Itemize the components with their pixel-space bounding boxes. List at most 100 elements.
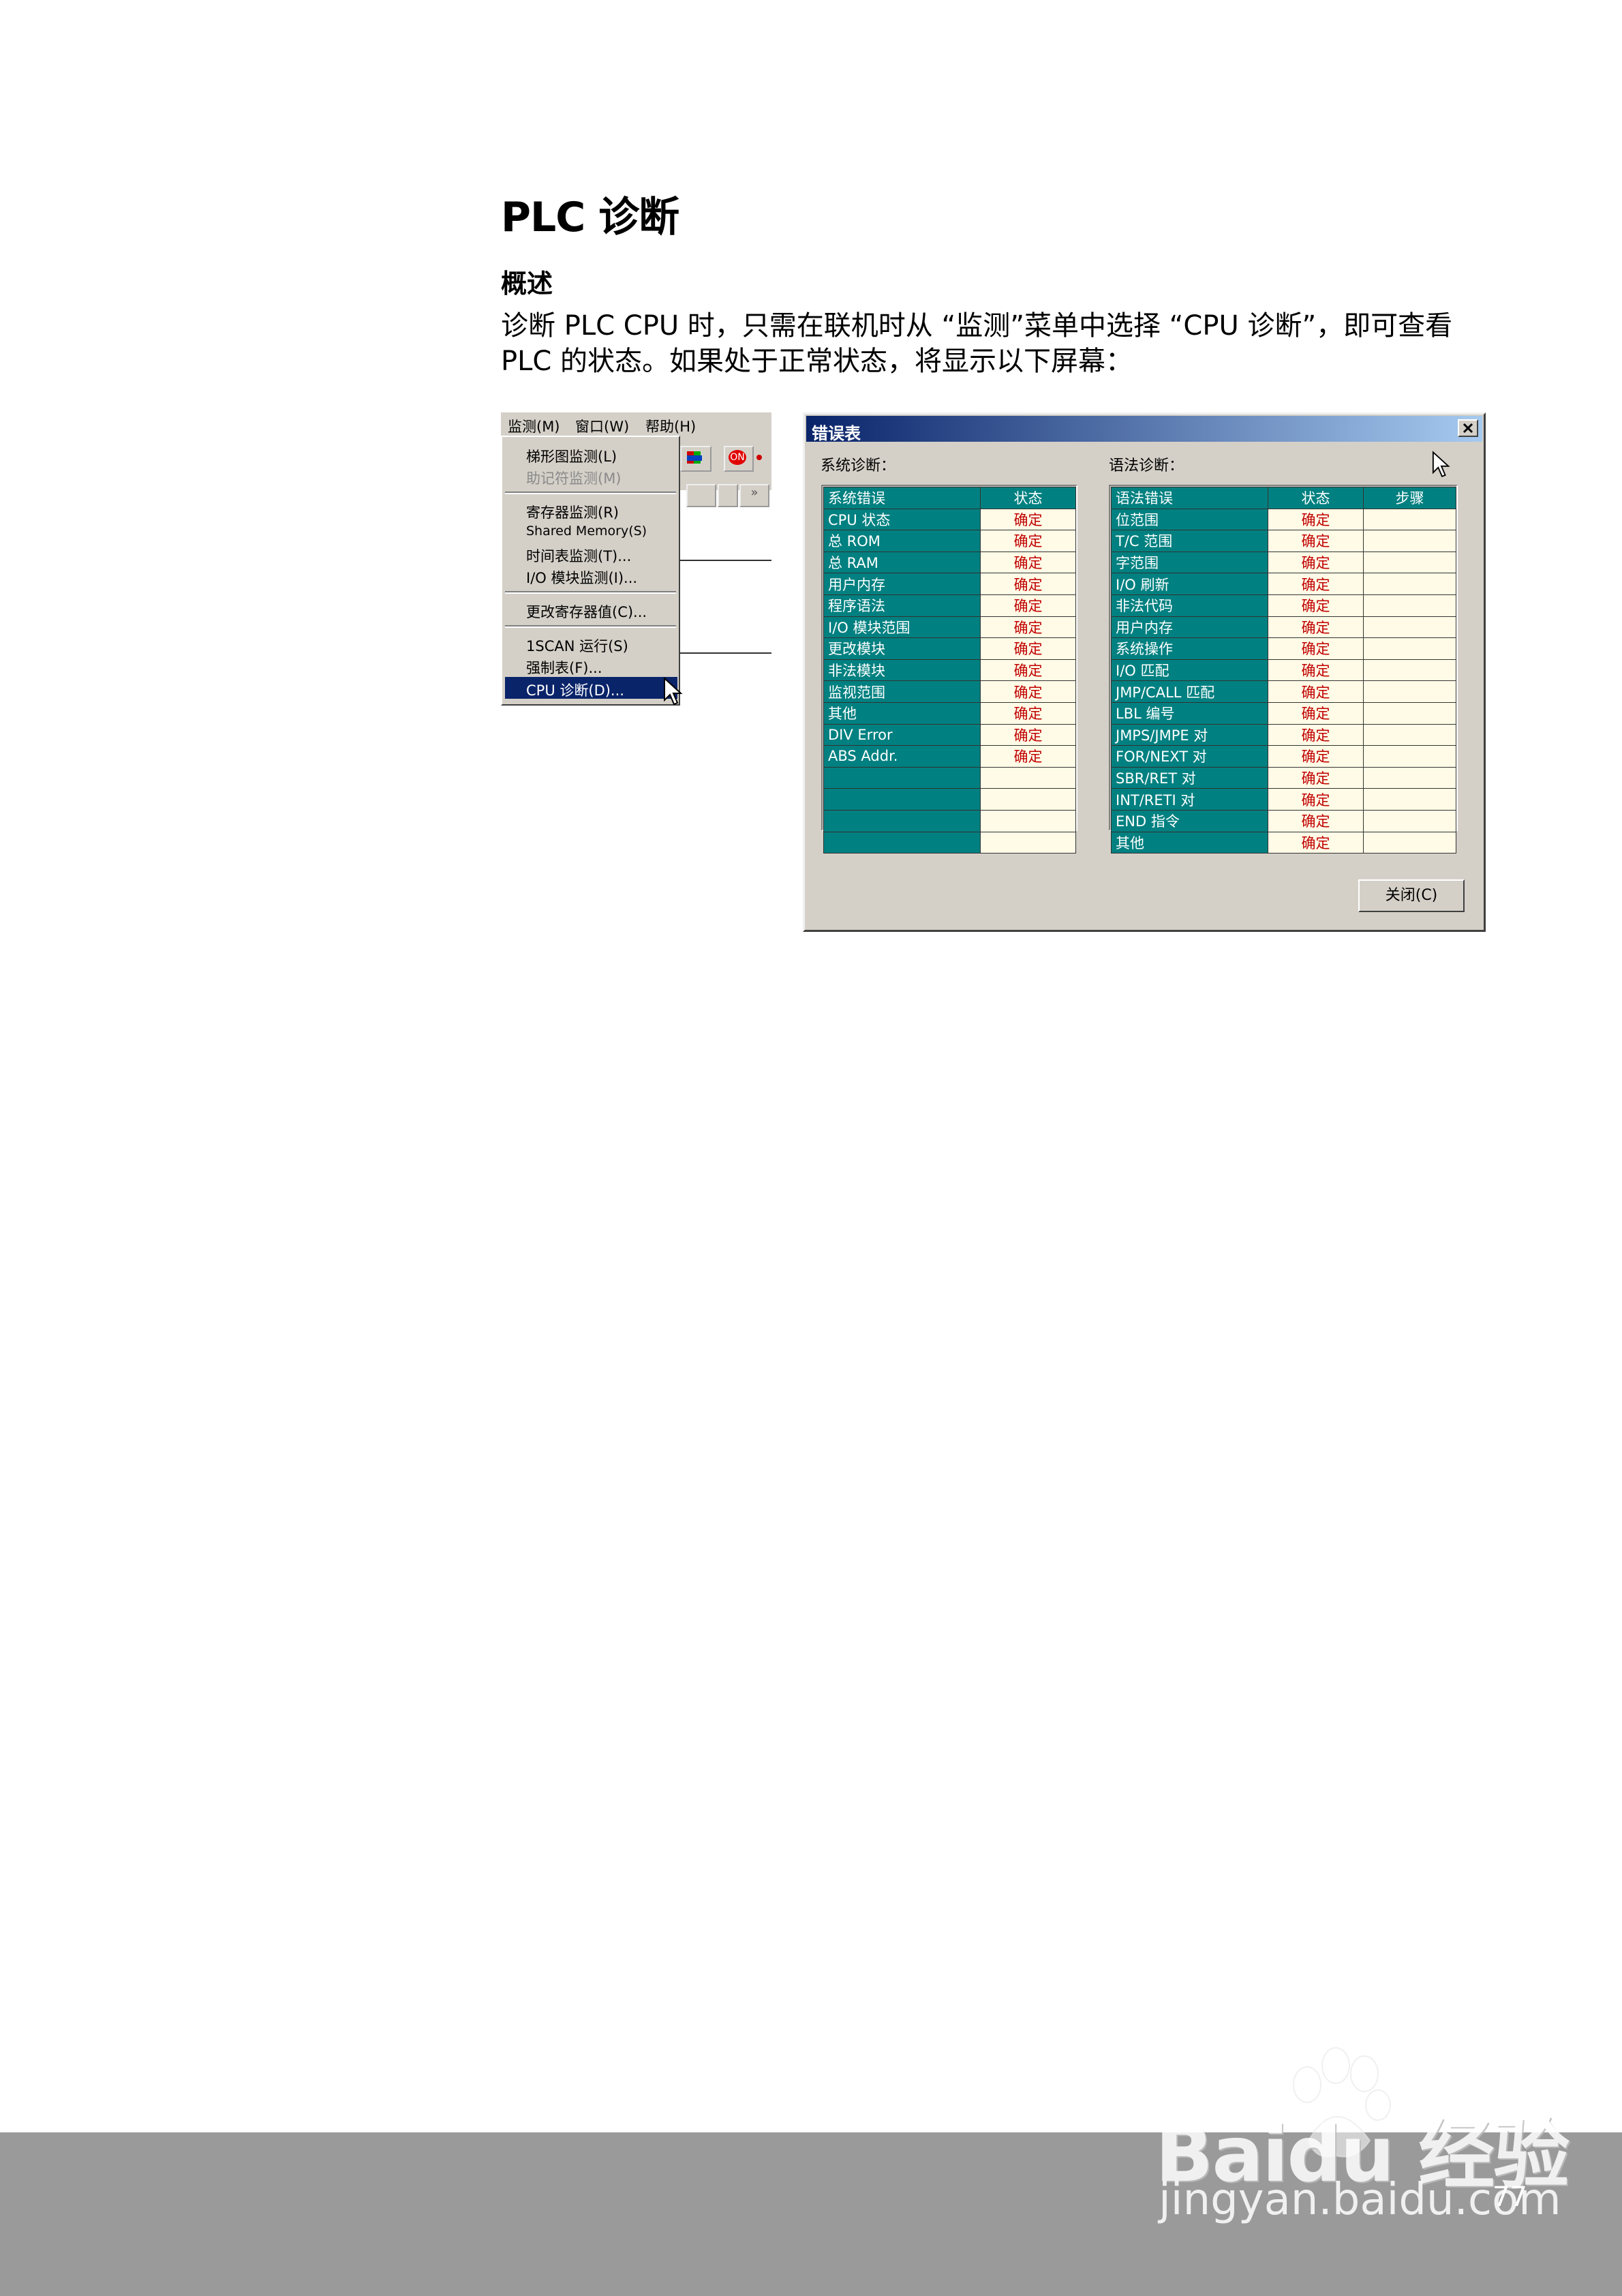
error-item-label: 程序语法 bbox=[823, 594, 981, 617]
table-row bbox=[823, 831, 1076, 854]
error-item-label: 更改模块 bbox=[823, 637, 981, 660]
menu-separator bbox=[505, 625, 676, 628]
body-paragraph: 诊断 PLC CPU 时，只需在联机时从 “监测”菜单中选择 “CPU 诊断”，… bbox=[501, 310, 1453, 377]
table-row: END 指令 确定 bbox=[1111, 809, 1456, 832]
error-item-label: I/O 模块范围 bbox=[823, 616, 981, 639]
monitor-colors-button[interactable] bbox=[680, 446, 711, 472]
error-item-label: INT/RETI 对 bbox=[1111, 788, 1268, 811]
dialog-title: 错误表 bbox=[812, 424, 861, 443]
table-row bbox=[823, 766, 1076, 789]
menu-item-1scan-run[interactable]: 1SCAN 运行(S) bbox=[526, 635, 628, 656]
table-row: T/C 范围 确定 bbox=[1111, 530, 1456, 552]
status-value: 确定 bbox=[980, 616, 1076, 639]
syntax-error-table: 语法错误 状态 步骤 位范围 确定 T/C 范围 确定 字范围 确定 I/O 刷新 确定 非法代码 确定… bbox=[1111, 487, 1456, 854]
table-row: CPU 状态 确定 bbox=[823, 508, 1076, 531]
status-value: 确定 bbox=[1268, 508, 1364, 531]
indicator-icon bbox=[756, 455, 762, 460]
menu-item-register-monitor[interactable]: 寄存器监测(R) bbox=[526, 502, 619, 522]
error-item-label bbox=[823, 766, 981, 789]
table-row: 系统操作 确定 bbox=[1111, 637, 1456, 660]
error-item-label bbox=[823, 831, 981, 854]
table-row: 非法模块 确定 bbox=[823, 659, 1076, 682]
close-icon[interactable] bbox=[1458, 419, 1478, 437]
table-row: INT/RETI 对确定 bbox=[1111, 788, 1456, 811]
on-icon: ON bbox=[729, 450, 746, 465]
page-number: 77 bbox=[1493, 2181, 1527, 2213]
toolbar-button[interactable] bbox=[686, 484, 716, 507]
status-value: 确定 bbox=[1268, 616, 1364, 639]
error-item-label bbox=[823, 788, 981, 811]
system-diagnosis-label: 系统诊断： bbox=[821, 457, 896, 474]
menu-item-timechart-monitor[interactable]: 时间表监测(T)... bbox=[526, 545, 631, 566]
error-item-label bbox=[823, 809, 981, 832]
step-value bbox=[1363, 680, 1456, 703]
toolbar-button[interactable] bbox=[718, 484, 738, 507]
menu-item-io-module-monitor[interactable]: I/O 模块监测(I)... bbox=[526, 567, 637, 588]
error-item-label: I/O 刷新 bbox=[1111, 573, 1268, 595]
error-item-label: T/C 范围 bbox=[1111, 530, 1268, 552]
step-value bbox=[1363, 637, 1456, 660]
status-value: 确定 bbox=[980, 573, 1076, 595]
step-value bbox=[1363, 788, 1456, 811]
status-value: 确定 bbox=[1268, 573, 1364, 595]
menubar: 监测(M) 窗口(W) 帮助(H) bbox=[501, 412, 771, 436]
status-value: 确定 bbox=[980, 508, 1076, 531]
error-item-label: ABS Addr. bbox=[823, 745, 981, 768]
status-value bbox=[980, 809, 1076, 832]
error-item-label: DIV Error bbox=[823, 723, 981, 746]
status-value: 确定 bbox=[1268, 723, 1364, 746]
step-value bbox=[1363, 809, 1456, 832]
error-item-label: 其他 bbox=[1111, 831, 1268, 854]
step-value bbox=[1363, 659, 1456, 682]
status-value: 确定 bbox=[980, 723, 1076, 746]
error-item-label: I/O 匹配 bbox=[1111, 659, 1268, 682]
menu-item-ladder-monitor[interactable]: 梯形图监测(L) bbox=[526, 446, 617, 466]
table-row: I/O 刷新 确定 bbox=[1111, 573, 1456, 595]
status-value: 确定 bbox=[980, 637, 1076, 660]
status-value: 确定 bbox=[1268, 831, 1364, 854]
menu-item-shared-memory[interactable]: Shared Memory(S) bbox=[526, 524, 647, 539]
table-row: 程序语法 确定 bbox=[823, 594, 1076, 617]
table-row bbox=[823, 809, 1076, 832]
error-item-label: SBR/RET 对 bbox=[1111, 766, 1268, 789]
error-item-label: 非法模块 bbox=[823, 659, 981, 682]
menu-item-cpu-diagnosis[interactable]: CPU 诊断(D)... bbox=[505, 677, 677, 699]
on-button[interactable]: ON bbox=[724, 446, 754, 472]
menu-separator bbox=[505, 591, 676, 594]
table-row: 监视范围 确定 bbox=[823, 680, 1076, 703]
table-row: 更改模块 确定 bbox=[823, 637, 1076, 660]
error-item-label: 非法代码 bbox=[1111, 594, 1268, 617]
error-item-label: END 指令 bbox=[1111, 809, 1268, 832]
menu-item-change-register-value[interactable]: 更改寄存器值(C)... bbox=[526, 601, 647, 622]
table-row: 其他 确定 bbox=[1111, 831, 1456, 854]
table-row: LBL 编号 确定 bbox=[1111, 701, 1456, 725]
table-row: ABS Addr. 确定 bbox=[823, 745, 1076, 768]
error-item-label: FOR/NEXT 对 bbox=[1111, 745, 1268, 768]
dialog-titlebar: 错误表 bbox=[806, 416, 1482, 443]
status-value: 确定 bbox=[1268, 766, 1364, 789]
error-item-label: 位范围 bbox=[1111, 508, 1268, 531]
close-button[interactable]: 关闭(C) bbox=[1358, 879, 1465, 912]
status-value: 确定 bbox=[980, 701, 1076, 725]
menu-help[interactable]: 帮助(H) bbox=[645, 416, 696, 436]
status-value: 确定 bbox=[980, 659, 1076, 682]
syntax-header-cell: 状态 bbox=[1268, 487, 1364, 509]
status-value: 确定 bbox=[1268, 788, 1364, 811]
error-item-label: JMPS/JMPE 对 bbox=[1111, 723, 1268, 746]
step-value bbox=[1363, 530, 1456, 552]
status-value: 确定 bbox=[1268, 530, 1364, 552]
table-row: 字范围 确定 bbox=[1111, 551, 1456, 574]
forward-icon[interactable]: » bbox=[739, 484, 769, 507]
ladder-rung-line bbox=[680, 560, 771, 561]
menu-item-force-table[interactable]: 强制表(F)... bbox=[526, 657, 602, 678]
status-value: 确定 bbox=[980, 530, 1076, 552]
table-row: JMP/CALL 匹配 确定 bbox=[1111, 680, 1456, 703]
syntax-header-row: 语法错误 状态 步骤 bbox=[1111, 487, 1456, 509]
menu-monitor[interactable]: 监测(M) bbox=[508, 416, 560, 436]
menu-window[interactable]: 窗口(W) bbox=[575, 416, 629, 436]
syntax-header-cell: 步骤 bbox=[1363, 487, 1456, 509]
system-header-cell: 系统错误 bbox=[823, 487, 981, 509]
table-row: 其他 确定 bbox=[823, 701, 1076, 725]
step-value bbox=[1363, 745, 1456, 768]
step-value bbox=[1363, 573, 1456, 595]
